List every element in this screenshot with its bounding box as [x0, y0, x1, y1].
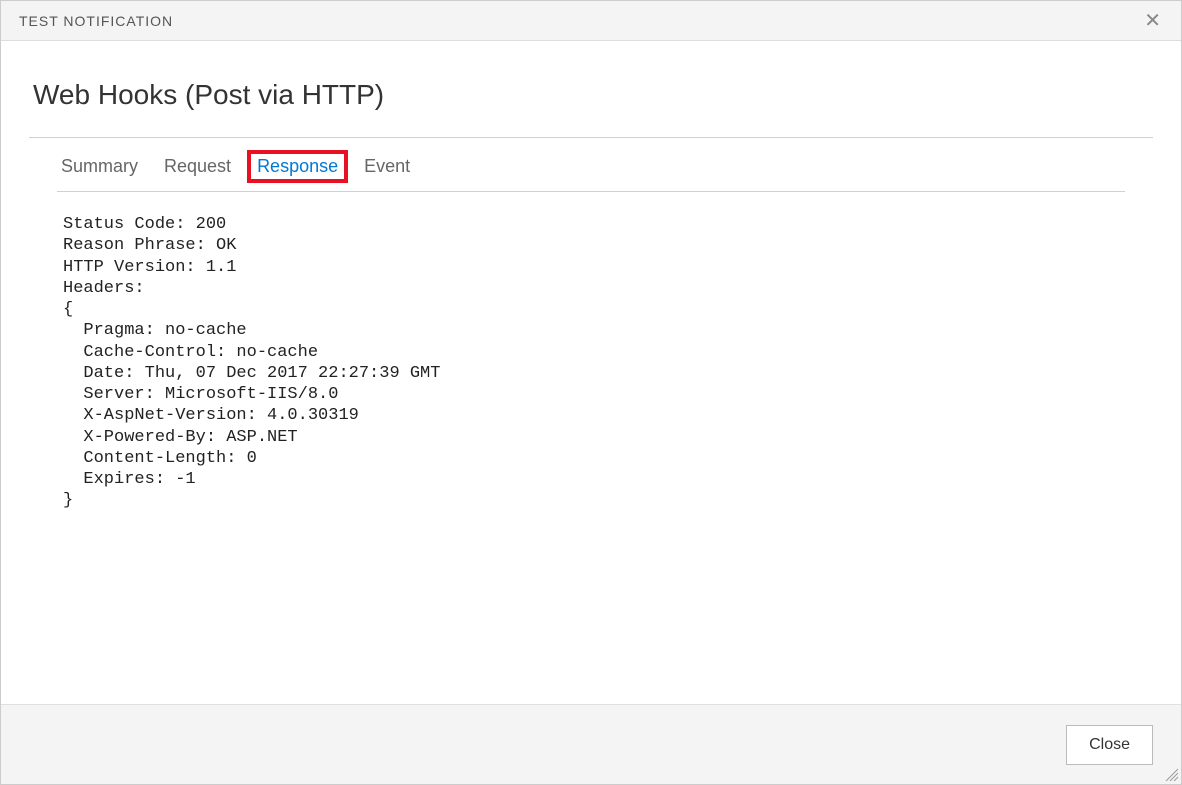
page-title: Web Hooks (Post via HTTP): [33, 79, 1153, 111]
tab-request[interactable]: Request: [164, 156, 231, 177]
dialog-title: TEST NOTIFICATION: [19, 13, 173, 29]
close-button[interactable]: Close: [1066, 725, 1153, 765]
dialog-footer: Close: [1, 704, 1181, 784]
close-icon[interactable]: ✕: [1138, 7, 1167, 35]
test-notification-dialog: TEST NOTIFICATION ✕ Web Hooks (Post via …: [0, 0, 1182, 785]
response-text: Status Code: 200 Reason Phrase: OK HTTP …: [63, 214, 1119, 512]
tabs-container: Summary Request Response Event: [57, 138, 1125, 192]
tab-summary[interactable]: Summary: [61, 156, 138, 177]
tab-strip: Summary Request Response Event: [57, 138, 1125, 192]
dialog-titlebar: TEST NOTIFICATION ✕: [1, 1, 1181, 41]
tab-response[interactable]: Response: [247, 150, 348, 183]
tab-event[interactable]: Event: [364, 156, 410, 177]
tab-body: Status Code: 200 Reason Phrase: OK HTTP …: [29, 192, 1153, 704]
dialog-content: Web Hooks (Post via HTTP) Summary Request…: [1, 41, 1181, 704]
